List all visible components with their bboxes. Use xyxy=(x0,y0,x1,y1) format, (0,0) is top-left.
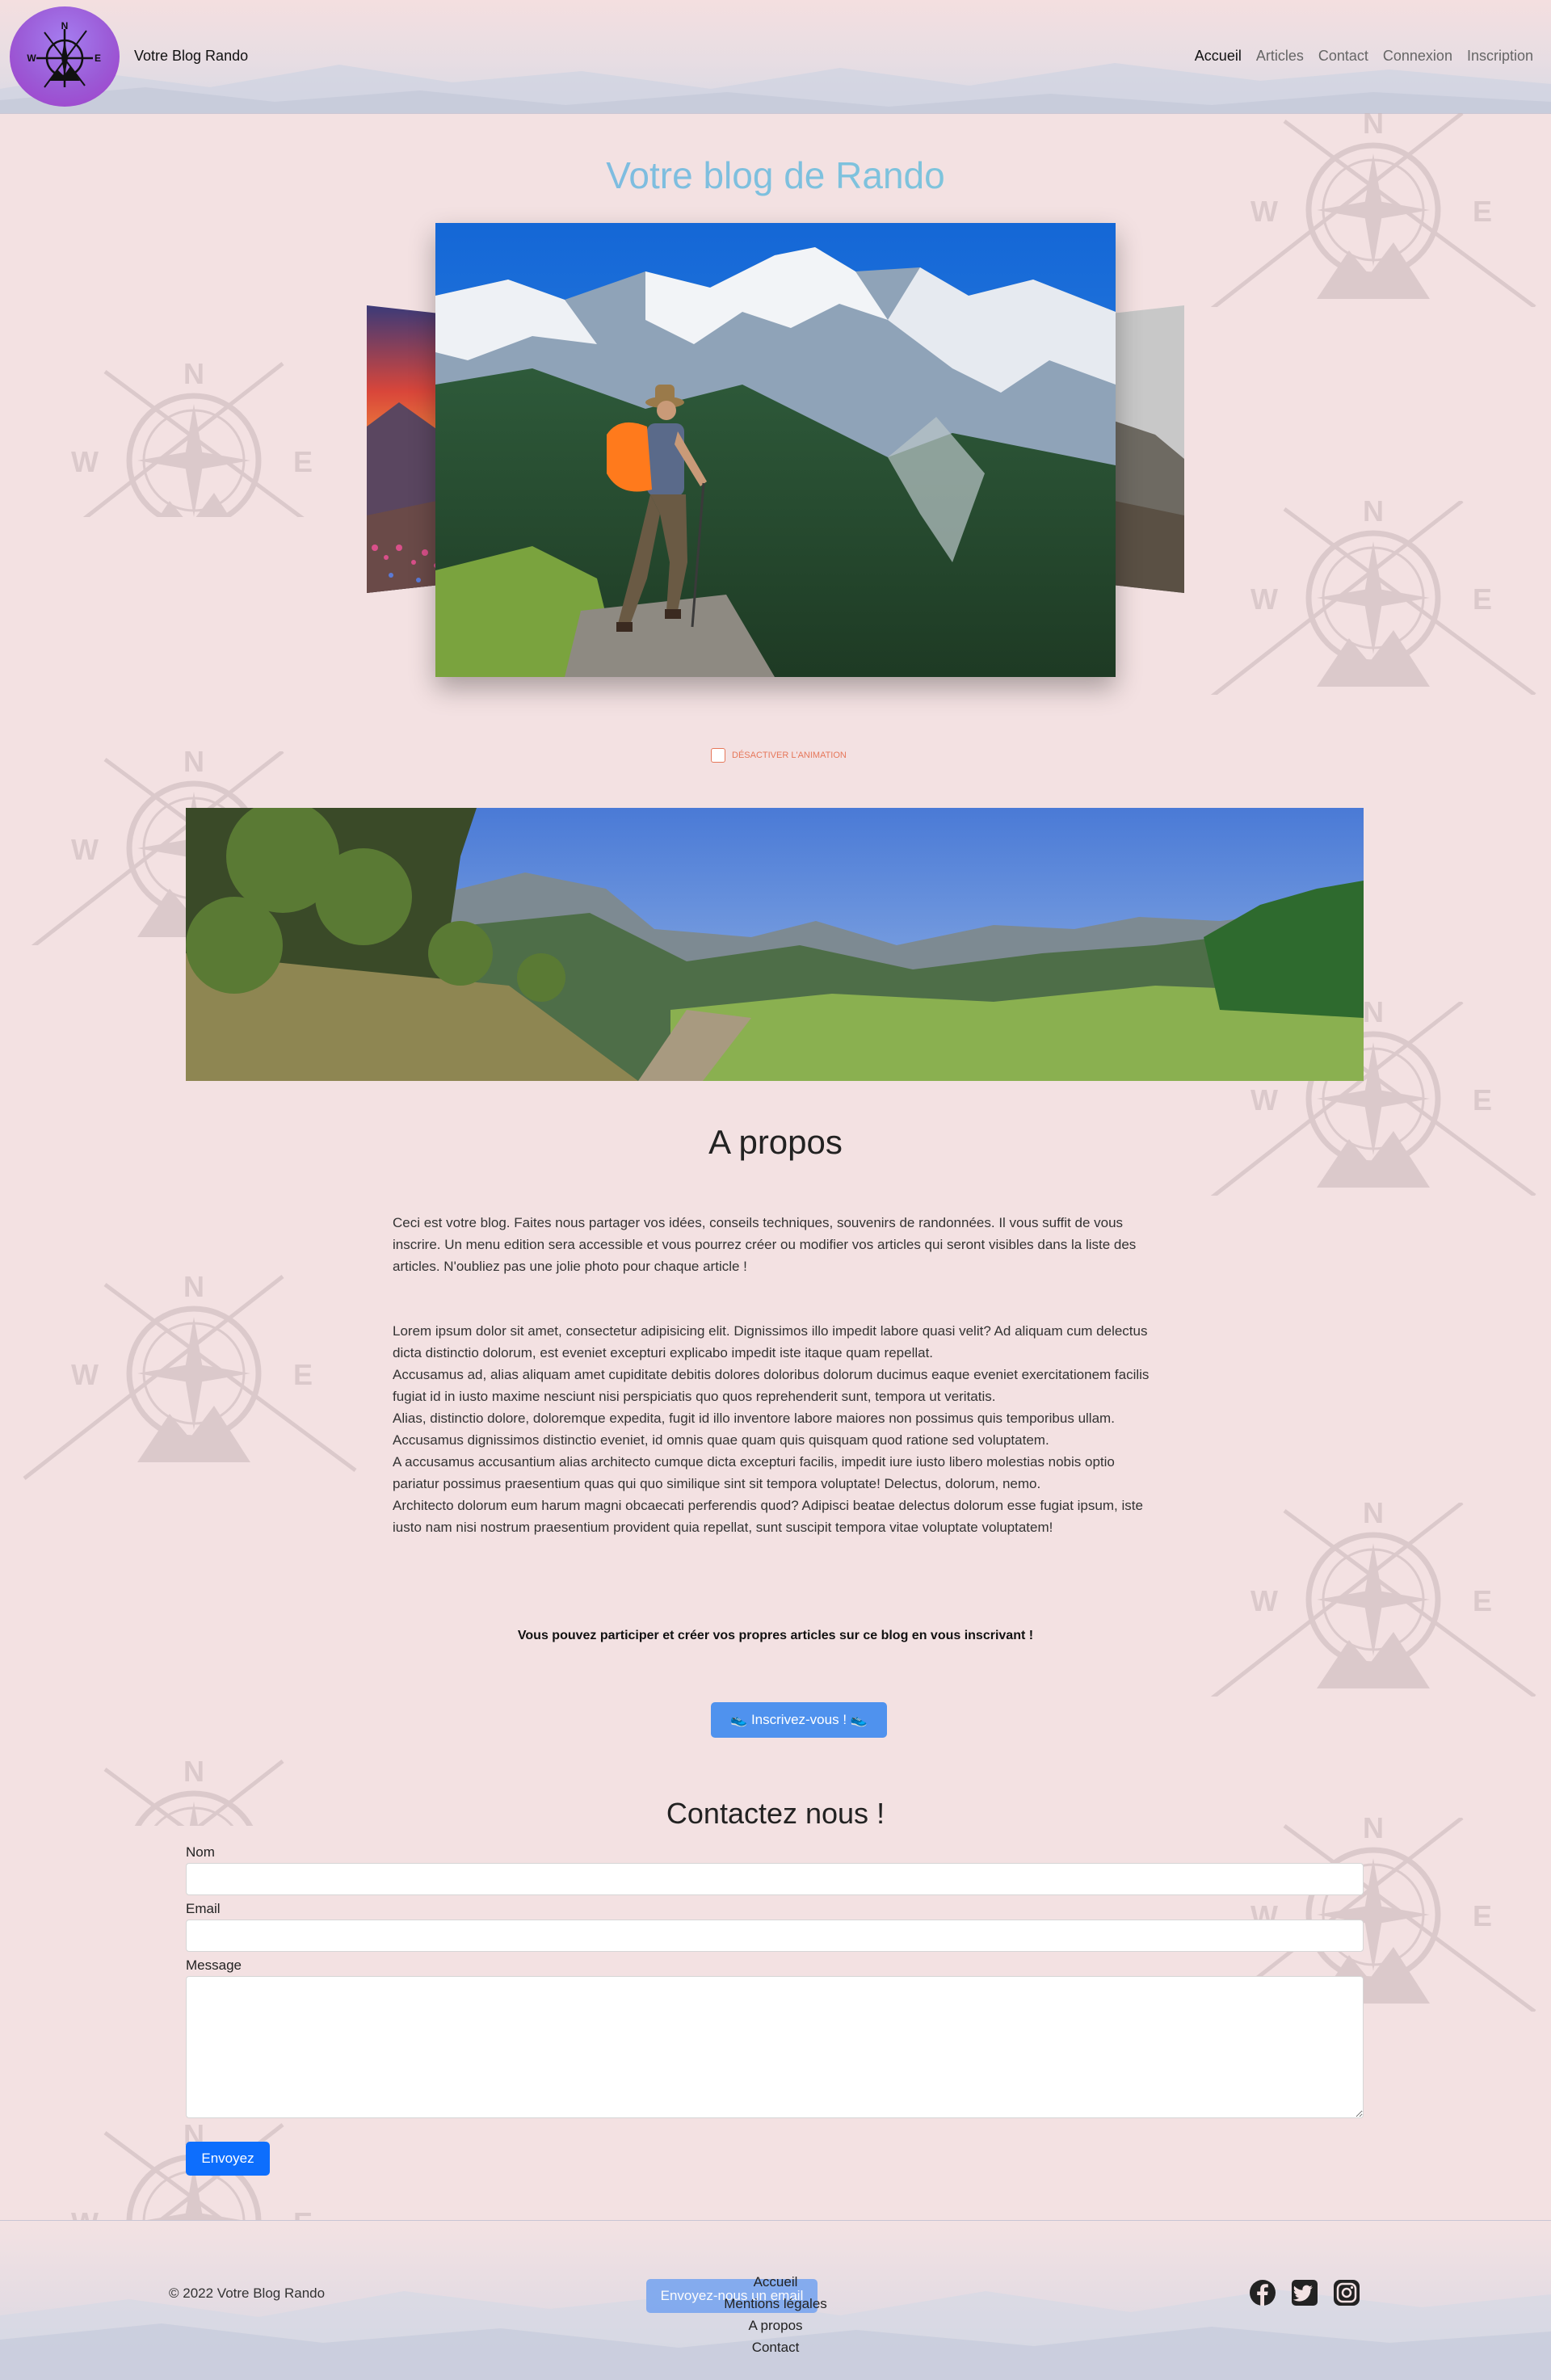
svg-text:E: E xyxy=(95,53,101,64)
panorama-image xyxy=(186,808,1364,1081)
compass-logo-icon: N W E xyxy=(27,20,101,88)
site-logo[interactable]: N W E xyxy=(10,6,120,107)
about-lorem-line: Architecto dolorum eum harum magni obcae… xyxy=(393,1498,1143,1535)
carousel-slide-next[interactable] xyxy=(1107,305,1184,593)
sunset-mountain-image xyxy=(367,305,444,593)
send-button[interactable]: Envoyez xyxy=(186,2142,270,2176)
hero-title: Votre blog de Rando xyxy=(0,153,1551,197)
email-label: Email xyxy=(186,1901,221,1916)
signup-cta-text: Vous pouvez participer et créer vos prop… xyxy=(517,1629,1034,1642)
bg-compass-icon xyxy=(1196,1503,1551,1697)
bg-compass-icon xyxy=(16,1260,372,1486)
about-lorem-line: Accusamus ad, alias aliquam amet cupidit… xyxy=(393,1367,1150,1404)
about-lorem-line: Alias, distinctio dolore, doloremque exp… xyxy=(393,1411,1115,1448)
signup-button[interactable]: 👟 Inscrivez-vous ! 👟 xyxy=(711,1702,887,1738)
brand-name[interactable]: Votre Blog Rando xyxy=(134,48,248,65)
carousel-slide-active[interactable] xyxy=(435,223,1116,677)
nav-item-contact[interactable]: Contact xyxy=(1318,48,1368,65)
main-nav: Accueil Articles Contact Connexion Inscr… xyxy=(1195,48,1533,65)
nav-item-inscription[interactable]: Inscription xyxy=(1467,48,1533,65)
bg-compass-icon xyxy=(1196,113,1551,307)
signup-button-label: Inscrivez-vous ! xyxy=(750,1712,847,1727)
nav-item-accueil[interactable]: Accueil xyxy=(1195,48,1242,65)
nav-item-articles[interactable]: Articles xyxy=(1256,48,1304,65)
svg-text:W: W xyxy=(27,53,36,64)
email-field[interactable] xyxy=(186,1920,1364,1952)
social-links xyxy=(1249,2279,1360,2306)
disable-animation-toggle[interactable]: Désactiver l'animation xyxy=(711,748,847,763)
footer-link-apropos[interactable]: A propos xyxy=(0,2315,1551,2336)
twitter-icon[interactable] xyxy=(1291,2279,1318,2306)
contact-title: Contactez nous ! xyxy=(666,1797,885,1830)
name-label: Nom xyxy=(186,1844,215,1860)
footer-link-contact[interactable]: Contact xyxy=(0,2336,1551,2358)
instagram-icon[interactable] xyxy=(1333,2279,1360,2306)
about-lorem-line: Lorem ipsum dolor sit amet, consectetur … xyxy=(393,1323,1148,1360)
carousel-slide-prev[interactable] xyxy=(367,305,444,593)
site-footer: © 2022 Votre Blog Rando Envoyez-nous un … xyxy=(0,2220,1551,2380)
about-lorem: Lorem ipsum dolor sit amet, consectetur … xyxy=(393,1320,1158,1538)
bg-compass-icon xyxy=(16,347,372,517)
about-lorem-line: A accusamus accusantium alias architecto… xyxy=(393,1454,1115,1491)
boot-icon: 👟 xyxy=(730,1712,748,1727)
name-field[interactable] xyxy=(186,1863,1364,1895)
svg-text:N: N xyxy=(61,20,69,32)
about-title: A propos xyxy=(708,1123,843,1161)
facebook-icon[interactable] xyxy=(1249,2279,1276,2306)
hiker-snowy-peaks-image xyxy=(435,223,1116,677)
message-label: Message xyxy=(186,1957,242,1973)
about-intro: Ceci est votre blog. Faites nous partage… xyxy=(393,1215,1137,1274)
disable-animation-label: Désactiver l'animation xyxy=(732,751,847,760)
message-field[interactable] xyxy=(186,1976,1364,2118)
bg-compass-icon xyxy=(1196,501,1551,695)
valley-panorama-image xyxy=(186,808,1364,1081)
nav-item-connexion[interactable]: Connexion xyxy=(1383,48,1452,65)
image-carousel[interactable] xyxy=(364,218,1187,687)
boot-icon: 👟 xyxy=(850,1712,868,1727)
disable-animation-checkbox[interactable] xyxy=(711,748,725,763)
site-header: N W E Votre Blog Rando Accueil Articles … xyxy=(0,0,1551,114)
hiker-mountain-image xyxy=(1107,305,1184,593)
